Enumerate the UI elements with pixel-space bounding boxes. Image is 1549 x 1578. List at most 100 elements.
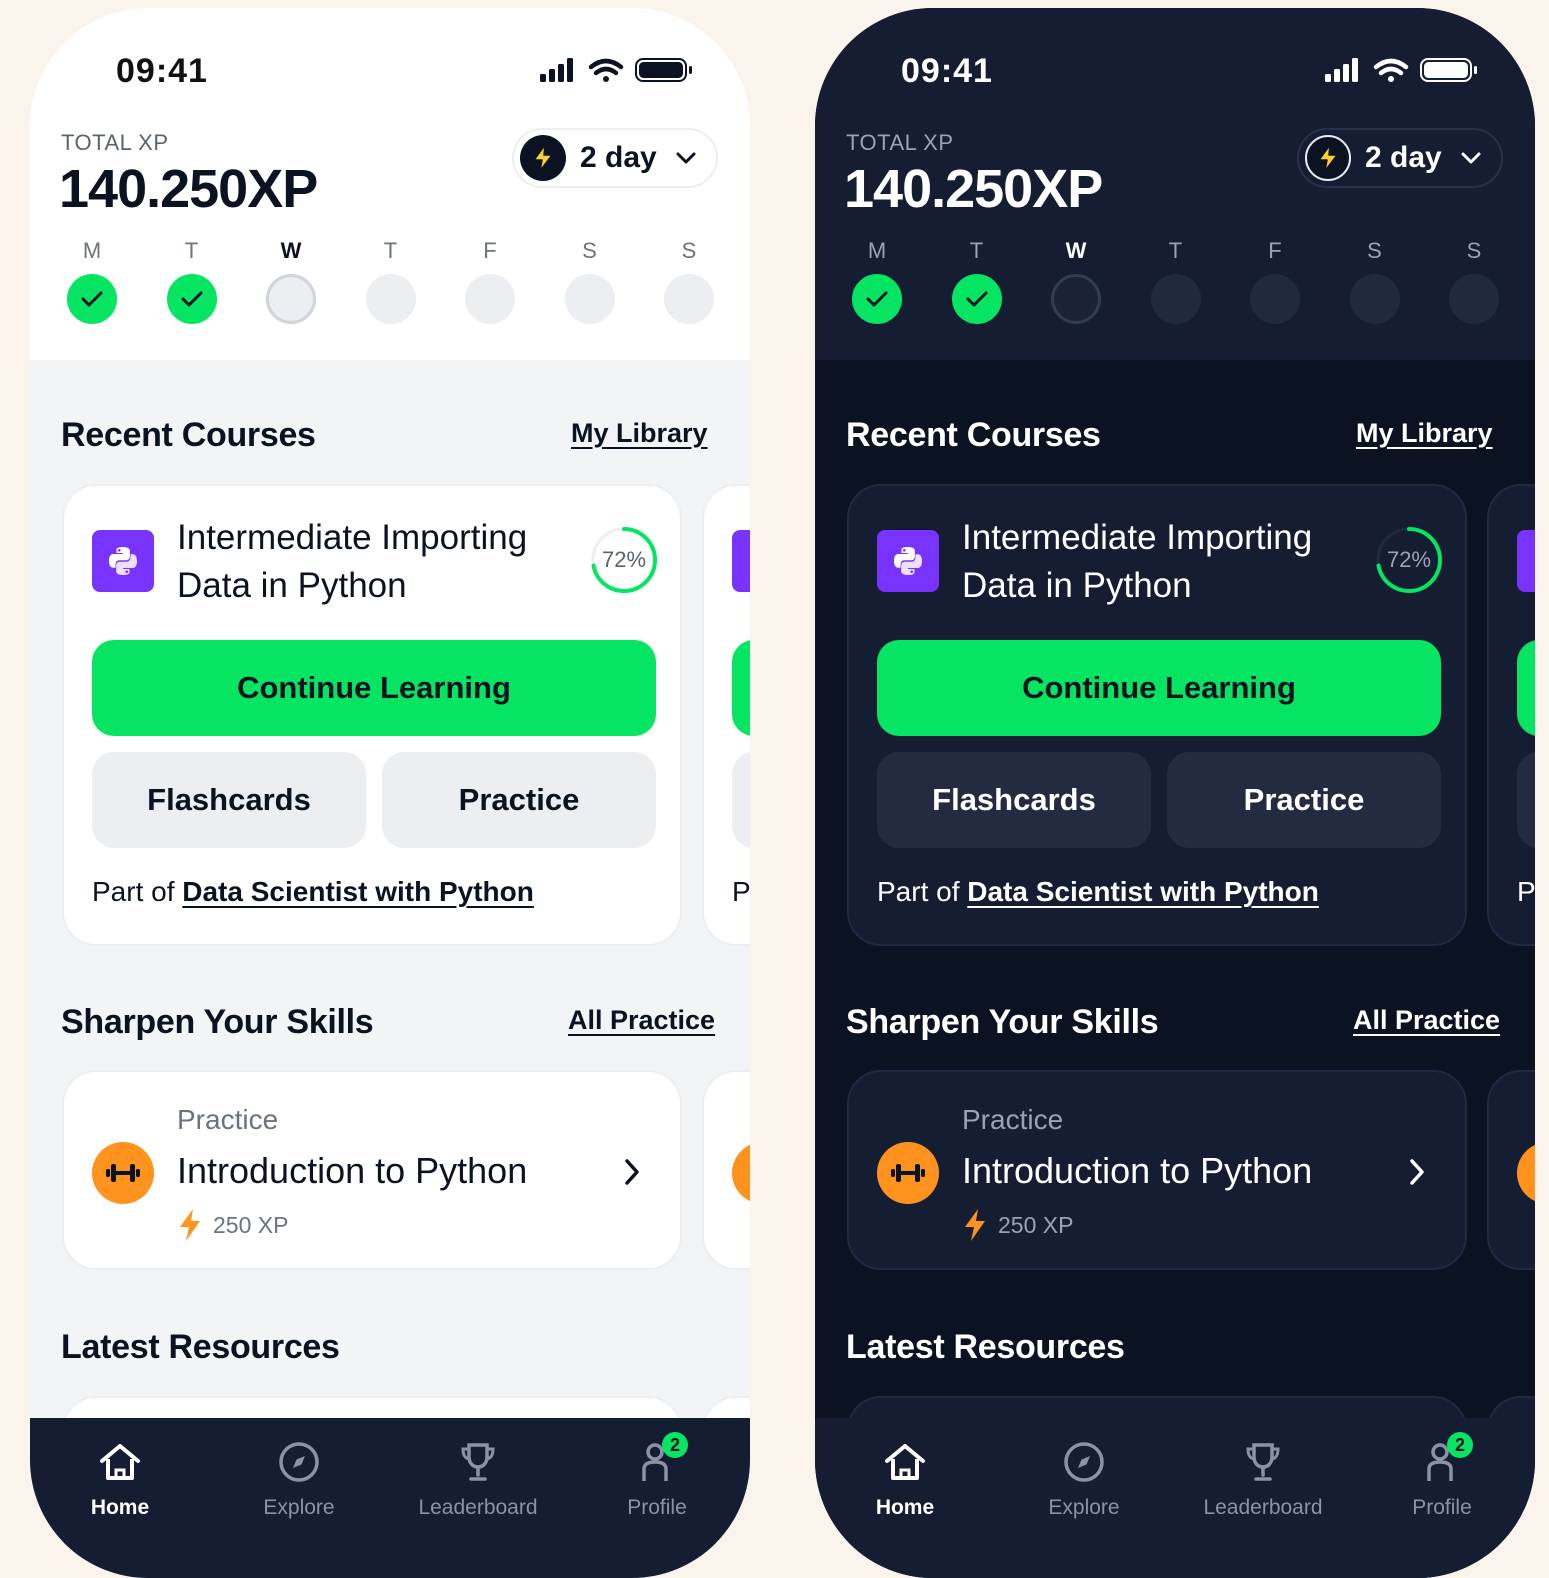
day-status-dot [1250, 274, 1300, 324]
next-course-card-peek[interactable]: P [702, 484, 750, 946]
part-of-track: Part of Data Scientist with Python [877, 876, 1319, 907]
continue-learning-button[interactable]: Continue Learning [92, 640, 656, 736]
profile-notification-badge: 2 [662, 1432, 688, 1458]
flashcards-button[interactable]: Flashcards [92, 752, 366, 848]
dumbbell-icon [92, 1142, 154, 1204]
day-letter: S [1466, 238, 1482, 263]
track-link[interactable]: Data Scientist with Python [182, 876, 534, 907]
my-library-link[interactable]: My Library [1356, 418, 1493, 449]
chevron-down-icon [1461, 152, 1481, 164]
total-xp-value: 140.250XP [844, 159, 1103, 219]
day-status-dot [564, 274, 615, 324]
secondary-button-peek[interactable] [732, 752, 750, 848]
battery-icon [1420, 58, 1477, 82]
day-complete-check-icon [852, 274, 902, 324]
latest-resources-title: Latest Resources [846, 1328, 1125, 1366]
day-complete-check-icon [67, 274, 117, 324]
practice-xp: 250 XP [962, 1208, 1073, 1242]
day-letter: W [280, 238, 302, 263]
chevron-right-icon [625, 1159, 639, 1185]
xp-bolt-icon [965, 1209, 985, 1241]
day-status-dot [664, 274, 714, 324]
next-practice-card-peek[interactable] [702, 1070, 750, 1270]
all-practice-link[interactable]: All Practice [1353, 1005, 1500, 1036]
day-status-dot [1349, 274, 1400, 324]
nav-explore[interactable]: Explore [224, 1440, 374, 1520]
bottom-nav: Home Explore Leaderboard 2 Profile [815, 1418, 1535, 1578]
day-letter: S [681, 238, 697, 263]
day-letter: S [582, 238, 597, 263]
day-4: F [1248, 238, 1302, 324]
streak-dropdown[interactable]: 2 day [512, 128, 718, 188]
day-6: S [662, 238, 716, 324]
day-letter: W [1065, 238, 1087, 263]
practice-xp: 250 XP [177, 1208, 288, 1242]
course-title[interactable]: Intermediate Importing Data in Python [962, 514, 1362, 610]
total-xp-value: 140.250XP [59, 159, 318, 219]
dumbbell-icon [877, 1142, 939, 1204]
next-practice-card-peek[interactable] [1487, 1070, 1535, 1270]
track-link[interactable]: Data Scientist with Python [967, 876, 1319, 907]
course-progress-percent: 72% [601, 547, 647, 572]
day-complete-check-icon [951, 274, 1002, 324]
status-icons [540, 58, 692, 82]
continue-learning-button-peek[interactable] [1517, 640, 1535, 736]
my-library-link[interactable]: My Library [571, 418, 708, 449]
continue-learning-button[interactable]: Continue Learning [877, 640, 1441, 736]
day-letter: F [1268, 238, 1282, 263]
practice-type-label: Practice [177, 1104, 279, 1135]
python-icon [1517, 530, 1535, 592]
practice-button[interactable]: Practice [382, 752, 656, 848]
nav-leaderboard[interactable]: Leaderboard [1188, 1440, 1338, 1520]
streak-label: 2 day [1365, 141, 1442, 174]
day-letter: M [82, 238, 102, 263]
day-6: S [1447, 238, 1501, 324]
compass-icon [1064, 1442, 1104, 1482]
nav-profile[interactable]: 2 Profile [1367, 1432, 1517, 1520]
sharpen-skills-title: Sharpen Your Skills [846, 1003, 1159, 1041]
nav-leaderboard[interactable]: Leaderboard [403, 1440, 553, 1520]
wifi-icon [588, 58, 624, 82]
next-course-card-peek[interactable]: P [1487, 484, 1535, 946]
bottom-nav: Home Explore Leaderboard 2 Profile [30, 1418, 750, 1578]
course-progress-percent: 72% [1386, 547, 1432, 572]
day-status-dot [1449, 274, 1499, 324]
secondary-button-peek[interactable] [1517, 752, 1535, 848]
all-practice-link[interactable]: All Practice [568, 1005, 715, 1036]
home-icon [885, 1444, 925, 1480]
day-1: T [165, 238, 219, 324]
streak-bolt-icon [1305, 135, 1351, 181]
day-2: W [1049, 238, 1103, 324]
part-of-track: Part of Data Scientist with Python [92, 876, 534, 907]
practice-card[interactable]: Practice Introduction to Python 250 XP [62, 1070, 682, 1270]
day-status-dot [465, 274, 515, 324]
day-1: T [950, 238, 1004, 324]
total-xp-label: TOTAL XP [846, 130, 954, 155]
trophy-icon [461, 1443, 495, 1481]
day-letter: T [184, 238, 199, 263]
practice-card[interactable]: Practice Introduction to Python 250 XP [847, 1070, 1467, 1270]
part-of-peek: P [732, 876, 750, 907]
nav-home[interactable]: Home [45, 1440, 195, 1520]
flashcards-button[interactable]: Flashcards [877, 752, 1151, 848]
day-3: T [1149, 238, 1203, 324]
trophy-icon [1246, 1443, 1280, 1481]
day-status-dot [1150, 274, 1201, 324]
streak-dropdown[interactable]: 2 day [1297, 128, 1503, 188]
day-letter: S [1367, 238, 1382, 263]
day-4: F [463, 238, 517, 324]
status-time: 09:41 [116, 52, 208, 90]
nav-profile[interactable]: 2 Profile [582, 1432, 732, 1520]
practice-title: Introduction to Python [962, 1150, 1313, 1191]
course-card: Intermediate Importing Data in Python 72… [62, 484, 682, 946]
compass-icon [279, 1442, 319, 1482]
continue-learning-button-peek[interactable] [732, 640, 750, 736]
nav-home[interactable]: Home [830, 1440, 980, 1520]
practice-button[interactable]: Practice [1167, 752, 1441, 848]
total-xp-label: TOTAL XP [61, 130, 169, 155]
day-letter: T [969, 238, 984, 263]
day-0: M [65, 238, 119, 324]
course-title[interactable]: Intermediate Importing Data in Python [177, 514, 577, 610]
nav-explore[interactable]: Explore [1009, 1440, 1159, 1520]
phone-screen-light: 09:41 TOTAL XP 140.250XP 2 day M T W T F… [30, 8, 750, 1578]
